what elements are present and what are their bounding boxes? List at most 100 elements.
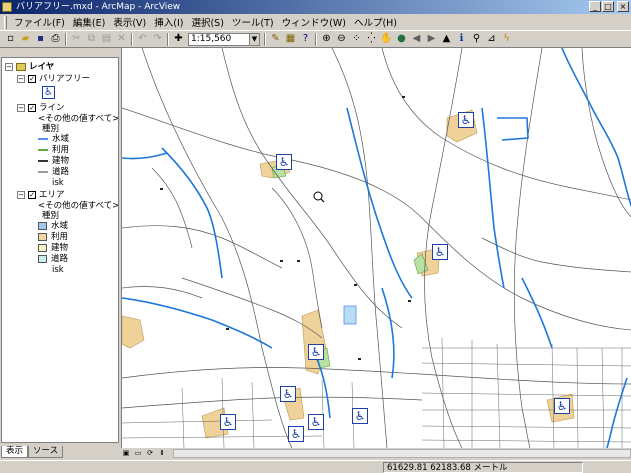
pond — [343, 305, 357, 325]
river-line — [561, 48, 631, 208]
layout-view-icon[interactable]: ▭ — [133, 449, 143, 458]
layer-name: バリアフリー — [39, 74, 91, 84]
layer-visibility-checkbox[interactable]: ✓ — [28, 191, 36, 199]
menu-edit[interactable]: 編集(E) — [69, 15, 109, 29]
tab-display[interactable]: 表示 — [1, 446, 29, 458]
coordinate-readout: 61629.81 62183.68 メートル — [383, 462, 583, 473]
map-view-controls: ▣ ▭ ⟳ Ⅱ — [121, 448, 631, 459]
arccatalog-icon[interactable]: ▦ — [283, 32, 298, 47]
map-scale-value[interactable]: 1:15,560 — [191, 34, 231, 44]
river-line — [521, 277, 553, 349]
menu-file[interactable]: ファイル(F) — [10, 15, 69, 29]
menu-help[interactable]: ヘルプ(H) — [350, 15, 401, 29]
menu-tools[interactable]: ツール(T) — [228, 15, 278, 29]
road-line — [381, 48, 631, 201]
menu-insert[interactable]: 挿入(I) — [150, 15, 187, 29]
copy-icon[interactable]: ⧉ — [84, 32, 99, 47]
redo-icon[interactable]: ↷ — [150, 32, 165, 47]
wheelchair-icon[interactable]: ♿ — [458, 112, 474, 128]
toc-symbol-row: ♿ — [42, 85, 55, 99]
maximize-button[interactable]: □ — [602, 1, 614, 12]
pan-icon[interactable]: ✋ — [379, 32, 394, 47]
toolbar-separator — [264, 32, 266, 46]
menu-window[interactable]: ウィンドウ(W) — [278, 15, 350, 29]
refresh-icon[interactable]: ⟳ — [145, 449, 155, 458]
close-button[interactable]: × — [617, 1, 629, 12]
whats-this-icon[interactable]: ? — [298, 32, 313, 47]
fill-swatch — [38, 255, 47, 263]
map-scale-combo[interactable]: 1:15,560 ▼ — [188, 32, 260, 46]
find-icon[interactable]: ⚲ — [469, 32, 484, 47]
pause-icon[interactable]: Ⅱ — [157, 449, 167, 458]
save-icon[interactable]: ▪ — [33, 32, 48, 47]
forward-icon[interactable]: ▶ — [424, 32, 439, 47]
wheelchair-icon[interactable]: ♿ — [352, 408, 368, 424]
measure-icon[interactable]: ⊿ — [484, 32, 499, 47]
standard-toolbar: ▫ ▰ ▪ ⎙ ✂ ⧉ ▤ ✕ ↶ ↷ ✚ 1:15,560 ▼ ✎ ▦ ? ⊕… — [0, 31, 631, 48]
full-extent-icon[interactable]: ● — [394, 32, 409, 47]
toc-root-row[interactable]: − レイヤ — [5, 61, 54, 73]
minimize-button[interactable]: _ — [589, 1, 601, 12]
layer-visibility-checkbox[interactable]: ✓ — [28, 104, 36, 112]
toolbar-separator — [167, 32, 169, 46]
collapse-icon[interactable]: − — [17, 104, 25, 112]
wheelchair-icon[interactable]: ♿ — [276, 154, 292, 170]
road-line — [151, 167, 193, 249]
identify-icon[interactable]: ℹ — [454, 32, 469, 47]
building-mark — [354, 284, 357, 286]
add-data-icon[interactable]: ✚ — [171, 32, 186, 47]
wheelchair-icon[interactable]: ♿ — [288, 426, 304, 442]
select-icon[interactable]: ▲ — [439, 32, 454, 47]
line-symbol — [38, 171, 48, 173]
editor-icon[interactable]: ✎ — [268, 32, 283, 47]
zoom-out-icon[interactable]: ⊖ — [334, 32, 349, 47]
fixed-zoom-in-icon[interactable]: ⁘ — [349, 32, 364, 47]
toc-layer-barrierfree[interactable]: − ✓ バリアフリー — [17, 73, 90, 85]
menu-view[interactable]: 表示(V) — [109, 15, 150, 29]
road-line — [181, 277, 323, 339]
fixed-zoom-out-icon[interactable]: ⁛ — [364, 32, 379, 47]
open-icon[interactable]: ▰ — [18, 32, 33, 47]
building-mark — [226, 328, 229, 330]
paste-icon[interactable]: ▤ — [99, 32, 114, 47]
wheelchair-icon[interactable]: ♿ — [308, 344, 324, 360]
status-bar: 61629.81 62183.68 メートル — [0, 460, 631, 473]
legend-item-label: isk — [52, 178, 64, 188]
map-view[interactable]: ♿ ♿ ♿ ♿ ♿ ♿ ♿ ♿ ♿ ♿ — [121, 48, 631, 448]
tab-source[interactable]: ソース — [28, 446, 64, 458]
wheelchair-icon[interactable]: ♿ — [280, 386, 296, 402]
wheelchair-icon[interactable]: ♿ — [432, 244, 448, 260]
cut-icon[interactable]: ✂ — [69, 32, 84, 47]
road-line — [331, 48, 388, 448]
delete-icon[interactable]: ✕ — [114, 32, 129, 47]
wheelchair-icon[interactable]: ♿ — [554, 398, 570, 414]
collapse-icon[interactable]: − — [5, 63, 13, 71]
collapse-icon[interactable]: − — [17, 191, 25, 199]
back-icon[interactable]: ◀ — [409, 32, 424, 47]
menu-grip[interactable] — [4, 15, 7, 29]
print-icon[interactable]: ⎙ — [48, 32, 63, 47]
wheelchair-icon[interactable]: ♿ — [220, 414, 236, 430]
data-view-icon[interactable]: ▣ — [121, 449, 131, 458]
river-network — [122, 48, 631, 448]
undo-icon[interactable]: ↶ — [135, 32, 150, 47]
map-canvas — [122, 48, 631, 448]
menu-selection[interactable]: 選択(S) — [187, 15, 227, 29]
table-of-contents: − レイヤ − ✓ バリアフリー ♿ − ✓ ライン <その他の値すべて> 種別… — [1, 57, 119, 443]
building-mark — [160, 188, 163, 190]
river-line — [606, 377, 628, 448]
layer-visibility-checkbox[interactable]: ✓ — [28, 75, 36, 83]
line-symbol — [38, 138, 48, 140]
horizontal-scrollbar[interactable] — [173, 449, 631, 458]
zoom-in-icon[interactable]: ⊕ — [319, 32, 334, 47]
chevron-down-icon[interactable]: ▼ — [249, 33, 259, 45]
hyperlink-icon[interactable]: ϟ — [499, 32, 514, 47]
river-line — [481, 107, 505, 289]
collapse-icon[interactable]: − — [17, 75, 25, 83]
wheelchair-icon[interactable]: ♿ — [308, 414, 324, 430]
road-line — [122, 225, 283, 269]
menu-bar: ファイル(F) 編集(E) 表示(V) 挿入(I) 選択(S) ツール(T) ウ… — [0, 14, 631, 31]
legend-item: isk — [52, 264, 64, 276]
fill-swatch — [38, 222, 47, 230]
new-icon[interactable]: ▫ — [3, 32, 18, 47]
